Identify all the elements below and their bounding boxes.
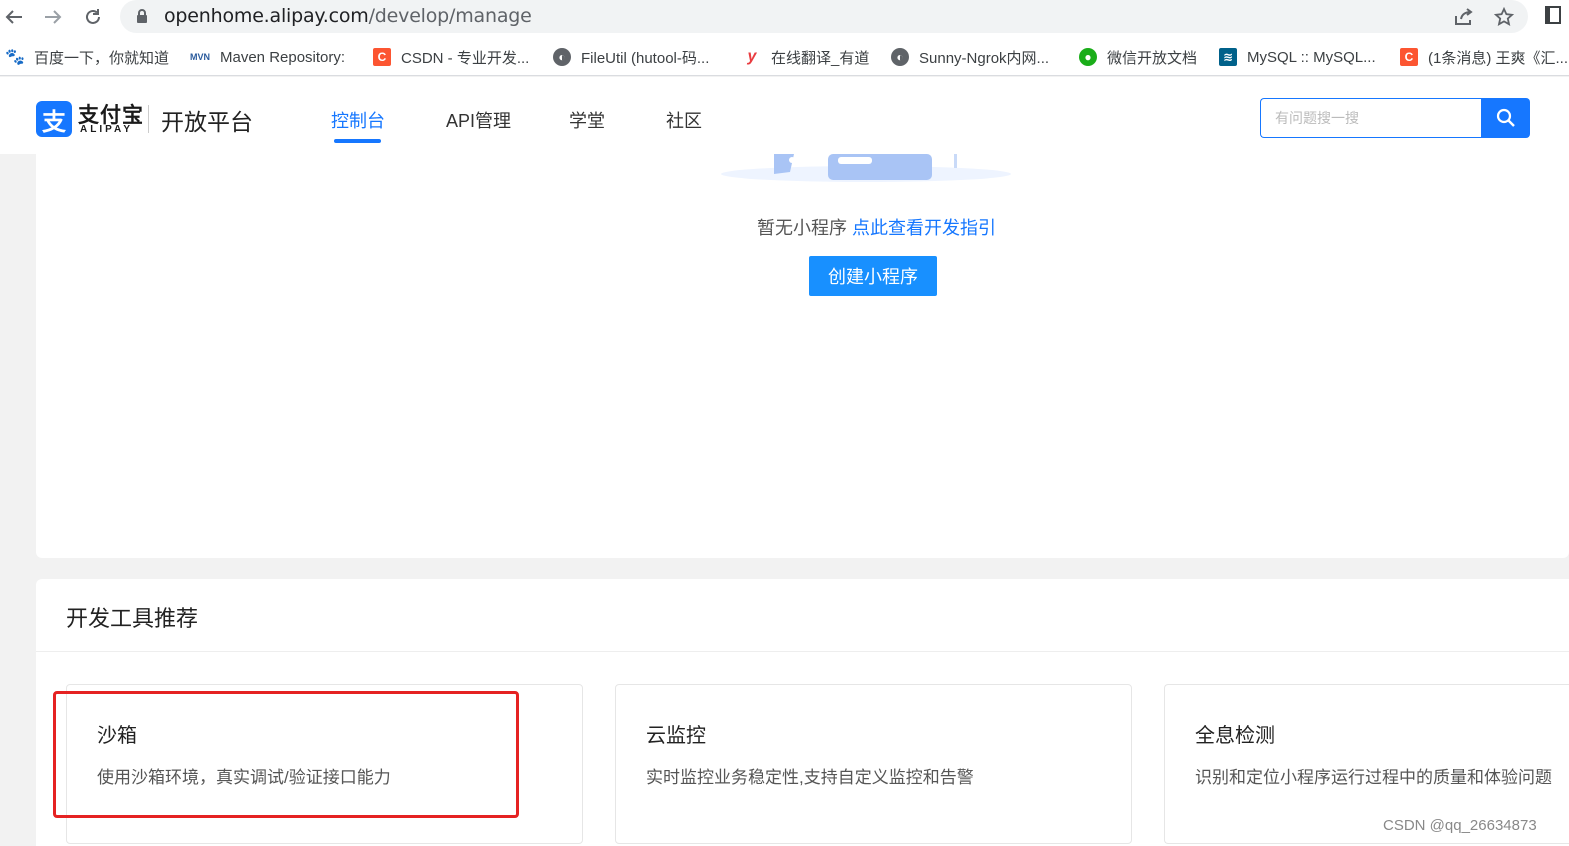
bookmark-wechat[interactable]: ● 微信开放文档 <box>1079 46 1197 68</box>
bookmark-mysql[interactable]: ≋ MySQL :: MySQL... <box>1219 46 1376 68</box>
bookmark-maven[interactable]: MVN Maven Repository: <box>190 46 345 68</box>
alipay-logo-icon[interactable]: 支 <box>36 101 72 137</box>
youdao-icon: y <box>747 48 757 65</box>
browser-toolbar: openhome.alipay.com/develop/manage <box>0 0 1569 38</box>
csdn-icon: C <box>1400 48 1418 66</box>
csdn-icon: C <box>373 48 391 66</box>
nav-academy[interactable]: 学堂 <box>569 107 605 133</box>
bookmarks-bar: 🐾 百度一下，你就知道 MVN Maven Repository: C CSDN… <box>0 38 1569 76</box>
card-title: 沙箱 <box>97 725 137 747</box>
url-text[interactable]: openhome.alipay.com/develop/manage <box>164 5 532 27</box>
baidu-paw-icon: 🐾 <box>5 49 25 66</box>
bookmark-csdn-2[interactable]: C (1条消息) 王爽《汇... <box>1400 46 1568 68</box>
dev-guide-link[interactable]: 点此查看开发指引 <box>852 218 996 238</box>
mvn-icon: MVN <box>190 52 210 62</box>
bookmark-label: 百度一下，你就知道 <box>34 49 170 67</box>
card-title: 云监控 <box>646 725 706 747</box>
bookmark-label: 在线翻译_有道 <box>771 49 870 67</box>
bookmark-label: 微信开放文档 <box>1107 49 1198 67</box>
bookmark-label: FileUtil (hutool-码... <box>581 49 710 67</box>
create-mini-program-button[interactable]: 创建小程序 <box>809 256 937 296</box>
forward-arrow-icon[interactable] <box>40 4 66 30</box>
side-panel-icon[interactable] <box>1545 6 1561 24</box>
search-button[interactable] <box>1481 98 1530 138</box>
search-input[interactable] <box>1260 98 1482 138</box>
empty-state-illustration <box>721 154 1011 182</box>
active-tab-indicator <box>334 139 381 143</box>
bookmark-csdn[interactable]: C CSDN - 专业开发... <box>373 46 529 68</box>
nav-console[interactable]: 控制台 <box>331 107 385 133</box>
site-header: 支 支付宝 ALIPAY 开放平台 控制台 API管理 学堂 社区 <box>0 77 1569 154</box>
bookmark-fileutil[interactable]: ◐ FileUtil (hutool-码... <box>553 46 709 68</box>
empty-state-text: 暂无小程序 <box>757 218 847 238</box>
star-icon[interactable] <box>1492 5 1516 29</box>
bookmark-label: CSDN - 专业开发... <box>401 49 530 67</box>
card-description: 实时监控业务稳定性,支持自定义监控和告警 <box>646 768 974 787</box>
platform-title[interactable]: 开放平台 <box>161 103 253 137</box>
bookmark-label: Maven Repository: <box>220 48 346 66</box>
wechat-icon: ● <box>1079 48 1097 66</box>
globe-icon: ◐ <box>553 48 571 66</box>
bookmark-ngrok[interactable]: ◐ Sunny-Ngrok内网... <box>891 46 1049 68</box>
url-host: openhome.alipay.com <box>164 5 369 27</box>
mysql-icon: ≋ <box>1219 48 1237 66</box>
tool-card-sandbox[interactable]: 沙箱 使用沙箱环境，真实调试/验证接口能力 <box>66 684 583 844</box>
bookmark-label: MySQL :: MySQL... <box>1247 48 1376 66</box>
empty-state-message: 暂无小程序 点此查看开发指引 <box>757 214 996 240</box>
tool-card-cloud-monitor[interactable]: 云监控 实时监控业务稳定性,支持自定义监控和告警 <box>615 684 1132 844</box>
url-path: /develop/manage <box>368 5 532 27</box>
card-description: 使用沙箱环境，真实调试/验证接口能力 <box>97 768 391 787</box>
bookmark-label: (1条消息) 王爽《汇... <box>1428 49 1569 67</box>
logo-divider <box>148 105 149 133</box>
logo-subtext: ALIPAY <box>80 124 134 135</box>
reload-icon[interactable] <box>80 4 106 30</box>
lock-icon[interactable] <box>136 8 148 24</box>
bookmark-label: Sunny-Ngrok内网... <box>919 49 1050 67</box>
globe-icon: ◐ <box>891 48 909 66</box>
share-icon[interactable] <box>1452 5 1476 29</box>
section-divider <box>36 651 1569 652</box>
bookmark-baidu[interactable]: 🐾 百度一下，你就知道 <box>5 46 170 68</box>
nav-community[interactable]: 社区 <box>666 107 702 133</box>
nav-api-management[interactable]: API管理 <box>446 107 511 133</box>
section-title: 开发工具推荐 <box>66 606 199 631</box>
bookmark-youdao[interactable]: y 在线翻译_有道 <box>743 46 870 68</box>
search-icon <box>1496 108 1515 127</box>
watermark: CSDN @qq_26634873 <box>1383 817 1537 834</box>
card-title: 全息检测 <box>1195 725 1275 747</box>
address-bar[interactable]: openhome.alipay.com/develop/manage <box>120 0 1528 33</box>
back-arrow-icon[interactable] <box>1 4 27 30</box>
card-description: 识别和定位小程序运行过程中的质量和体验问题 <box>1195 768 1552 787</box>
